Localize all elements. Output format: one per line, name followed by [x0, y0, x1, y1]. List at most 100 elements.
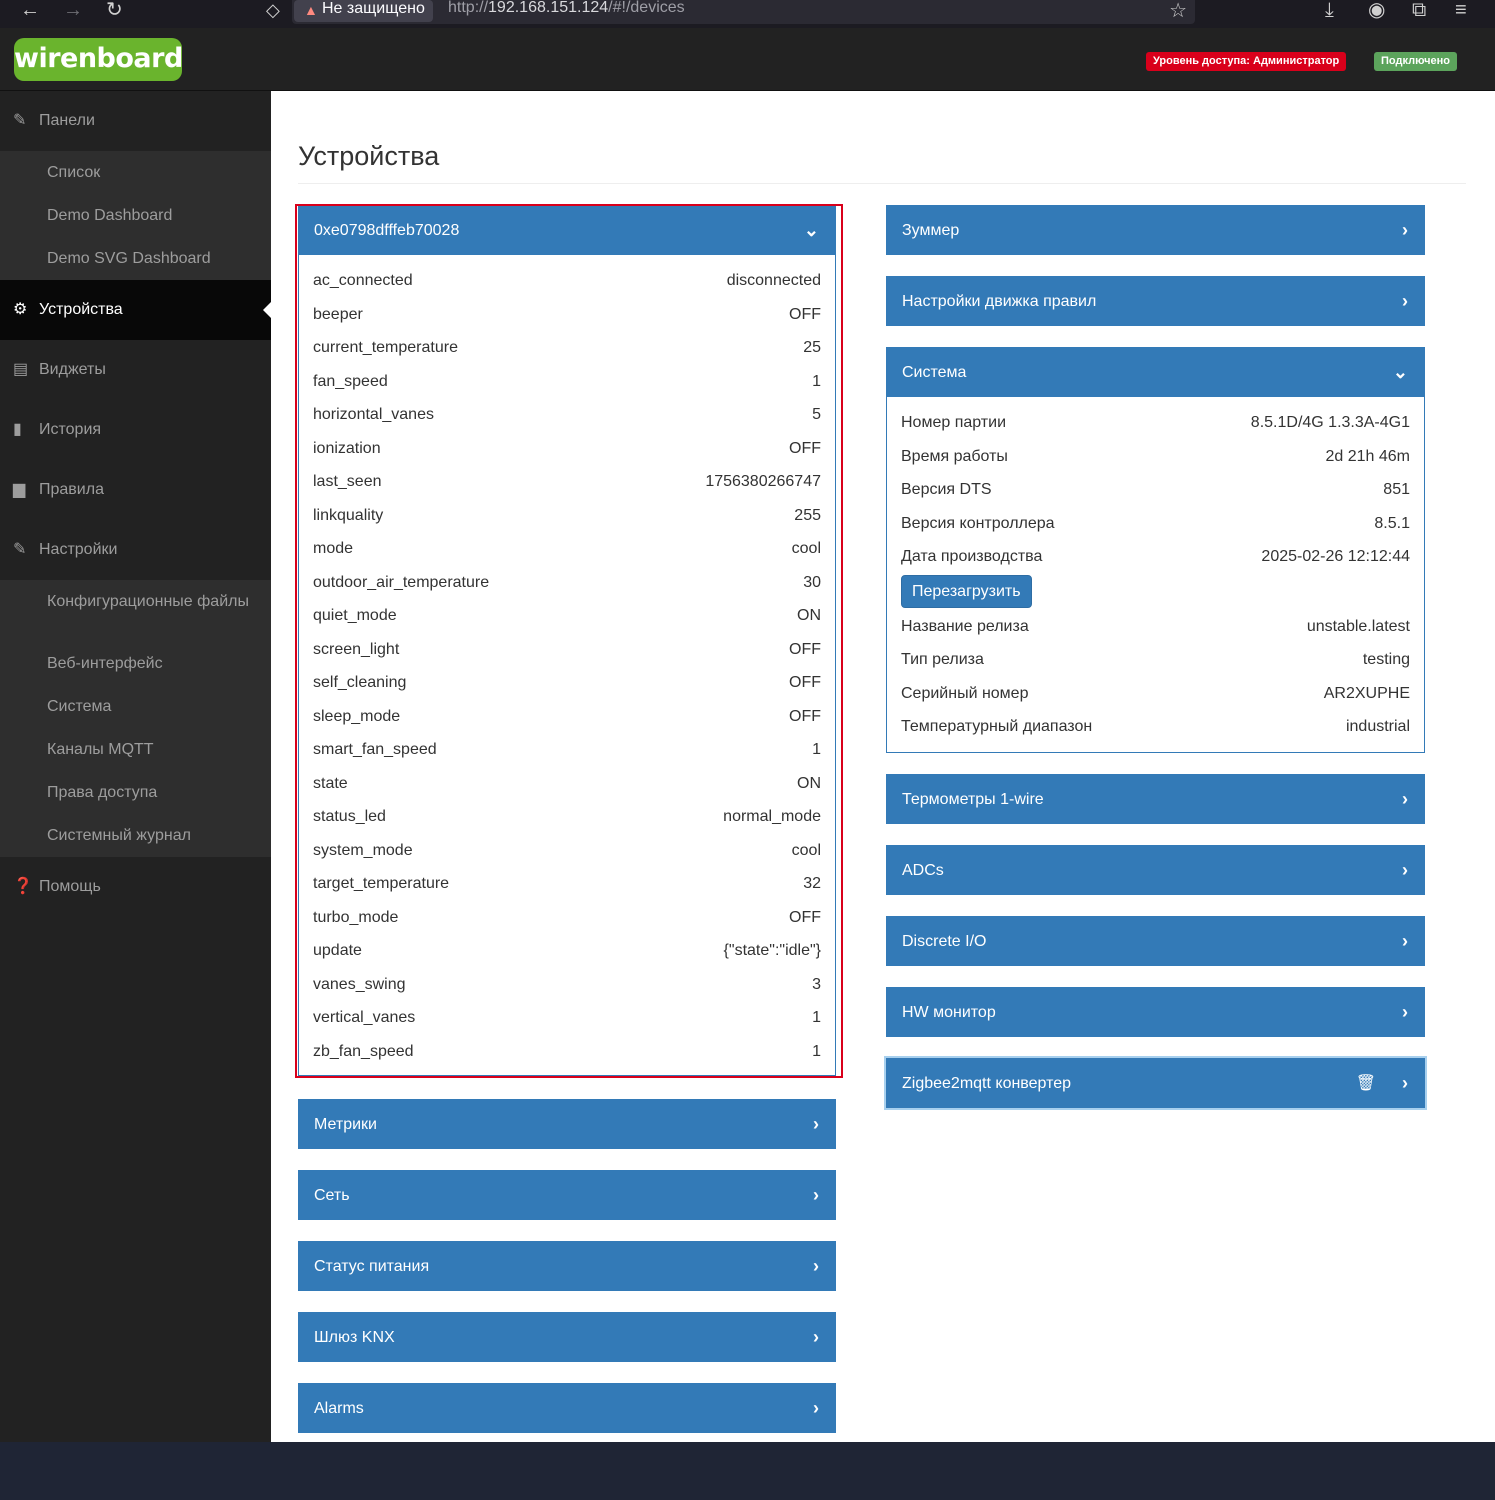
wrench-icon: ✎	[13, 541, 27, 558]
collapsed-device-panel: HW монитор ›	[886, 987, 1425, 1037]
trash-icon[interactable]: 🗑	[1356, 1059, 1376, 1108]
menu-icon[interactable]: ≡	[1455, 0, 1467, 20]
panel-header[interactable]: Alarms ›	[299, 1384, 835, 1433]
reboot-row: Перезагрузить	[901, 574, 1410, 610]
sidebar-item-rules[interactable]: ▆ Правила	[0, 460, 271, 520]
reboot-button[interactable]: Перезагрузить	[901, 574, 1032, 608]
forward-arrow-icon[interactable]: →	[63, 0, 83, 20]
chevron-right-icon[interactable]: ›	[813, 1100, 819, 1149]
chevron-down-icon[interactable]: ⌄	[1393, 348, 1408, 397]
panel-header[interactable]: Discrete I/O ›	[887, 917, 1424, 966]
download-icon[interactable]: ⤓	[1325, 0, 1334, 20]
not-secure-label: Не защищено	[322, 0, 425, 17]
highlight-frame	[295, 204, 843, 1078]
chevron-right-icon[interactable]: ›	[1402, 775, 1408, 824]
account-icon[interactable]: ◉	[1368, 0, 1385, 20]
chevron-right-icon[interactable]: ›	[813, 1242, 819, 1291]
gear-icon: ⚙	[13, 301, 28, 318]
panel-header[interactable]: Настройки движка правил ›	[887, 277, 1424, 326]
control-row: Время работы 2d 21h 46m	[901, 440, 1410, 474]
control-row: Название релиза unstable.latest	[901, 610, 1410, 644]
sidebar-subitem-system[interactable]: Система	[0, 685, 271, 728]
chevron-right-icon[interactable]: ›	[1402, 277, 1408, 326]
help-circle-icon: ❓	[13, 878, 33, 895]
panel-header[interactable]: Шлюз KNX ›	[299, 1313, 835, 1362]
panel-title: Термометры 1-wire	[902, 791, 1044, 808]
sidebar-subitem-mqtt-channels[interactable]: Каналы MQTT	[0, 728, 271, 771]
bookmark-star-icon[interactable]: ☆	[1169, 0, 1187, 23]
bar-chart-icon: ▮	[13, 421, 22, 438]
panel-header[interactable]: HW монитор ›	[887, 988, 1424, 1037]
control-name: Версия DTS	[901, 481, 992, 498]
sidebar-item-settings[interactable]: ✎ Настройки	[0, 520, 271, 580]
sidebar-item-history[interactable]: ▮ История	[0, 400, 271, 460]
wrench-icon: ✎	[13, 112, 27, 129]
control-row: Дата производства 2025-02-26 12:12:44	[901, 540, 1410, 574]
panel-header[interactable]: ADCs ›	[887, 846, 1424, 895]
collapsed-device-panel: ADCs ›	[886, 845, 1425, 895]
chevron-right-icon[interactable]: ›	[813, 1384, 819, 1433]
url-text[interactable]: http://192.168.151.124/#!/devices	[448, 0, 685, 17]
panels-subnav: Список Demo Dashboard Demo SVG Dashboard	[0, 151, 271, 280]
sidebar-item-help[interactable]: ❓ Помощь	[0, 857, 271, 917]
panel-header[interactable]: Метрики ›	[299, 1100, 835, 1149]
panel-header[interactable]: Зуммер ›	[887, 206, 1424, 255]
chevron-right-icon[interactable]: ›	[813, 1313, 819, 1362]
control-row: Версия контроллера 8.5.1	[901, 507, 1410, 541]
page-title: Устройства	[298, 141, 440, 171]
sidebar-subitem-web-ui[interactable]: Веб-интерфейс	[0, 642, 271, 685]
collapsed-device-panel: Сеть ›	[298, 1170, 836, 1220]
system-controls-list: Номер партии 8.5.1D/4G 1.3.3A-4G1 Время ра…	[887, 397, 1424, 744]
sidebar-subitem-config-files[interactable]: Конфигурационные файлы	[0, 580, 271, 642]
panel-header[interactable]: Статус питания ›	[299, 1242, 835, 1291]
extensions-icon[interactable]: ⧉	[1412, 0, 1426, 20]
chevron-right-icon[interactable]: ›	[1402, 846, 1408, 895]
panel-title: Discrete I/O	[902, 933, 987, 950]
sidebar-item-devices[interactable]: ⚙ Устройства	[0, 280, 271, 340]
control-value: AR2XUPHE	[1323, 684, 1410, 702]
reload-icon[interactable]: ↻	[106, 0, 123, 20]
sidebar-subitem-list[interactable]: Список	[0, 151, 271, 194]
chevron-right-icon[interactable]: ›	[1402, 917, 1408, 966]
title-divider	[298, 183, 1466, 184]
panel-title: ADCs	[902, 862, 944, 879]
control-name: Номер партии	[901, 414, 1007, 431]
system-panel: Система ⌄ Номер партии 8.5.1D/4G 1.3.3A-4…	[886, 347, 1425, 753]
back-arrow-icon[interactable]: ←	[20, 0, 40, 20]
panel-title: Шлюз KNX	[314, 1329, 395, 1346]
chevron-right-icon[interactable]: ›	[1402, 988, 1408, 1037]
wirenboard-logo[interactable]: wirenboard	[14, 38, 183, 81]
control-name: Тип релиза	[901, 651, 984, 668]
sidebar-subitem-demo-svg-dashboard[interactable]: Demo SVG Dashboard	[0, 237, 271, 280]
control-value: 8.5.1D/4G 1.3.3A-4G1	[1250, 414, 1410, 431]
not-secure-indicator[interactable]: ▲ Не защищено	[294, 0, 433, 22]
panel-title: Сеть	[314, 1187, 350, 1204]
sidebar-subitem-access-rights[interactable]: Права доступа	[0, 771, 271, 814]
browser-toolbar: ← → ↻ ◇ ▲ Не защищено http://192.168.151…	[0, 0, 1495, 28]
panel-title: Zigbee2mqtt конвертер	[902, 1075, 1072, 1092]
control-value: 2d 21h 46m	[1325, 447, 1410, 465]
panel-title: HW монитор	[902, 1004, 996, 1021]
url-prefix: http://	[448, 0, 489, 16]
control-row: Версия DTS 851	[901, 473, 1410, 507]
sidebar-subitem-demo-dashboard[interactable]: Demo Dashboard	[0, 194, 271, 237]
sidebar-item-label: История	[39, 421, 102, 438]
panel-header[interactable]: Сеть ›	[299, 1171, 835, 1220]
settings-subnav: Конфигурационные файлы Веб-интерфейс Сис…	[0, 580, 271, 857]
panel-header[interactable]: Система ⌄	[887, 348, 1424, 397]
sidebar-item-panels[interactable]: ✎ Панели	[0, 91, 271, 151]
chevron-right-icon[interactable]: ›	[813, 1171, 819, 1220]
sidebar-subitem-system-log[interactable]: Системный журнал	[0, 814, 271, 857]
control-value: unstable.latest	[1306, 617, 1410, 635]
shield-icon[interactable]: ◇	[266, 0, 280, 20]
address-bar[interactable]: ▲ Не защищено http://192.168.151.124/#!/…	[292, 0, 1195, 24]
access-level-badge: Уровень доступа: Администратор	[1146, 52, 1347, 71]
collapsed-device-panel: Alarms ›	[298, 1383, 836, 1433]
sidebar-item-widgets[interactable]: ▤ Виджеты	[0, 340, 271, 400]
control-value: 851	[1383, 481, 1410, 498]
panel-header[interactable]: Термометры 1-wire ›	[887, 775, 1424, 824]
chevron-right-icon[interactable]: ›	[1402, 206, 1408, 255]
collapsed-device-panel: Метрики ›	[298, 1099, 836, 1149]
panel-header[interactable]: Zigbee2mqtt конвертер 🗑 ›	[887, 1059, 1424, 1108]
chevron-right-icon[interactable]: ›	[1402, 1059, 1408, 1108]
